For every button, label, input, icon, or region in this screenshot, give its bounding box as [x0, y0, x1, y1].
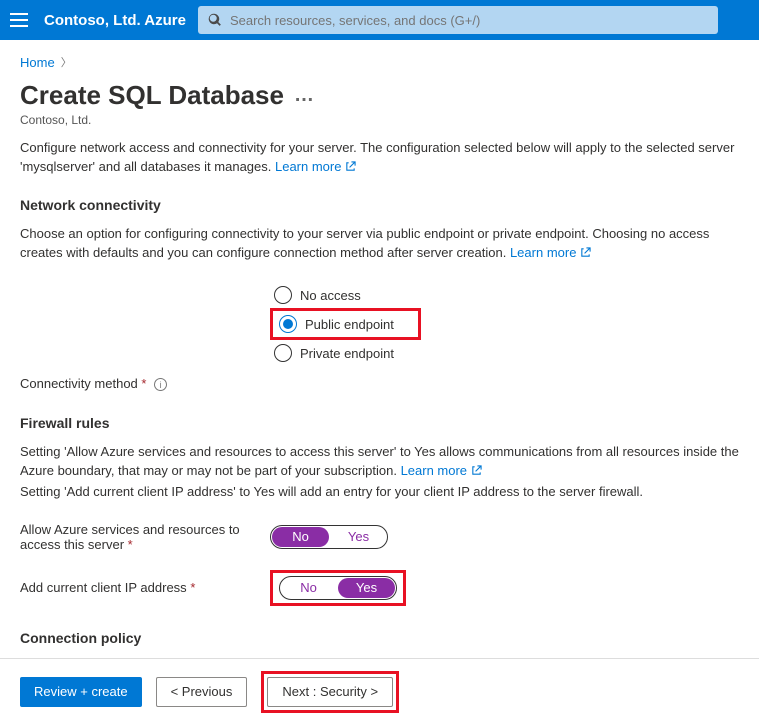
- intro-text: Configure network access and connectivit…: [20, 140, 734, 174]
- top-bar: Contoso, Ltd. Azure: [0, 0, 759, 40]
- connectivity-radio-group: No access Public endpoint Private endpoi…: [270, 282, 739, 366]
- toggle-no[interactable]: No: [280, 577, 337, 599]
- highlight-add-ip-toggle: No Yes: [270, 570, 406, 606]
- breadcrumb-home[interactable]: Home: [20, 55, 55, 70]
- network-heading: Network connectivity: [20, 197, 739, 213]
- wizard-footer: Review + create < Previous Next : Securi…: [0, 658, 759, 725]
- firewall-heading: Firewall rules: [20, 415, 739, 431]
- network-desc-text: Choose an option for configuring connect…: [20, 226, 709, 260]
- allow-azure-label: Allow Azure services and resources to ac…: [20, 522, 270, 552]
- radio-label: Public endpoint: [305, 317, 394, 332]
- radio-label: Private endpoint: [300, 346, 394, 361]
- radio-label: No access: [300, 288, 361, 303]
- toggle-yes[interactable]: Yes: [338, 578, 395, 598]
- toggle-yes[interactable]: Yes: [330, 526, 387, 548]
- radio-icon: [274, 286, 292, 304]
- info-icon[interactable]: i: [154, 378, 167, 391]
- connectivity-method-label: Connectivity method * i: [20, 372, 270, 391]
- previous-button[interactable]: < Previous: [156, 677, 248, 707]
- network-learn-more-link[interactable]: Learn more: [510, 245, 591, 260]
- toggle-no[interactable]: No: [272, 527, 329, 547]
- firewall-desc1: Setting 'Allow Azure services and resour…: [20, 443, 739, 481]
- allow-azure-toggle[interactable]: No Yes: [270, 525, 388, 549]
- radio-private-endpoint[interactable]: Private endpoint: [270, 340, 739, 366]
- highlight-next-button: Next : Security >: [261, 671, 399, 713]
- firewall-desc2: Setting 'Add current client IP address' …: [20, 483, 739, 502]
- page-title: Create SQL Database …: [20, 80, 739, 111]
- hamburger-menu-icon[interactable]: [10, 9, 32, 31]
- network-desc: Choose an option for configuring connect…: [20, 225, 739, 263]
- radio-icon: [279, 315, 297, 333]
- search-icon: [208, 13, 222, 27]
- intro-learn-more-link[interactable]: Learn more: [275, 159, 356, 174]
- external-link-icon: [345, 161, 356, 172]
- page-subtitle: Contoso, Ltd.: [20, 113, 739, 127]
- radio-icon: [274, 344, 292, 362]
- chevron-right-icon: 〉: [61, 54, 72, 70]
- highlight-public-endpoint: Public endpoint: [270, 308, 421, 340]
- add-ip-toggle[interactable]: No Yes: [279, 576, 397, 600]
- review-create-button[interactable]: Review + create: [20, 677, 142, 707]
- firewall-learn-more-link[interactable]: Learn more: [401, 463, 482, 478]
- radio-no-access[interactable]: No access: [270, 282, 739, 308]
- intro-desc: Configure network access and connectivit…: [20, 139, 739, 177]
- policy-heading: Connection policy: [20, 630, 739, 646]
- radio-public-endpoint[interactable]: Public endpoint: [275, 311, 398, 337]
- external-link-icon: [471, 465, 482, 476]
- more-actions-icon[interactable]: …: [294, 84, 315, 107]
- search-input[interactable]: [230, 13, 708, 28]
- search-box[interactable]: [198, 6, 718, 34]
- external-link-icon: [580, 247, 591, 258]
- next-security-button[interactable]: Next : Security >: [267, 677, 393, 707]
- page-title-text: Create SQL Database: [20, 80, 284, 111]
- add-ip-label: Add current client IP address *: [20, 580, 270, 595]
- breadcrumb: Home 〉: [20, 54, 739, 70]
- brand-text[interactable]: Contoso, Ltd. Azure: [44, 12, 186, 29]
